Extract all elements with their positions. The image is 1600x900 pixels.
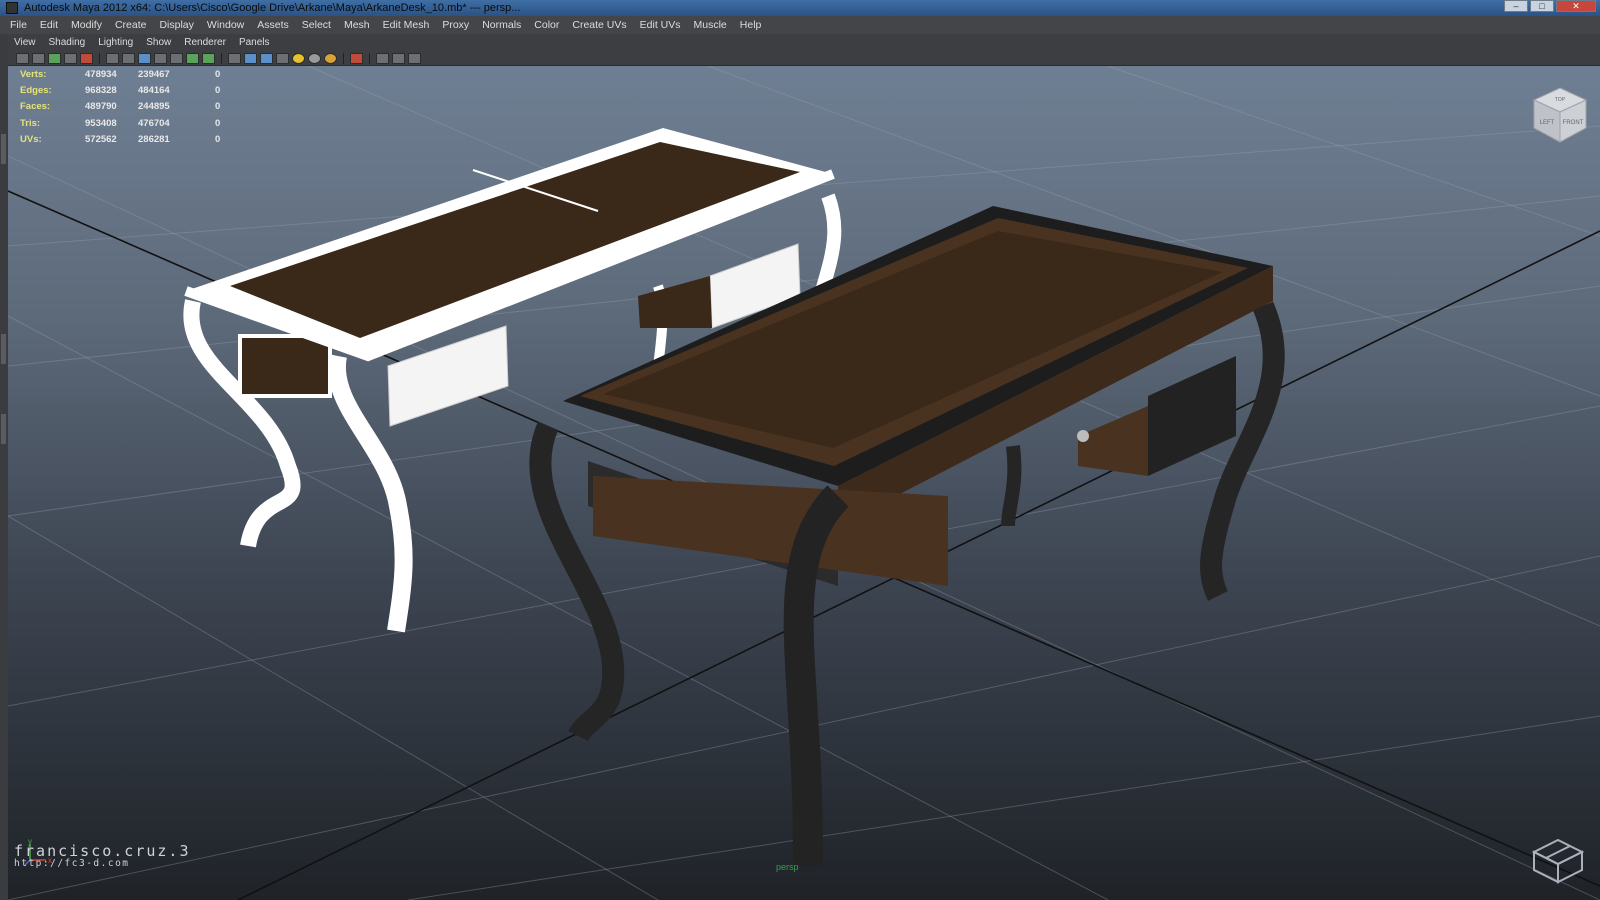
maya-logo-icon [1532,838,1584,884]
gate-mask-icon[interactable] [154,52,167,64]
viewcube-front-label[interactable]: FRONT [1563,120,1584,126]
stats-label: Faces: [20,101,51,113]
toolbar-separator [343,52,344,64]
field-chart-icon[interactable] [170,52,183,64]
stats-value: 0 [215,133,221,145]
stats-value: 286281 [138,133,170,145]
lock-camera-icon[interactable] [32,52,45,64]
panel-menu-lighting[interactable]: Lighting [98,37,133,48]
image-plane-icon[interactable] [64,52,77,64]
menu-help[interactable]: Help [740,19,762,31]
left-dock-strip [0,34,8,900]
menu-window[interactable]: Window [207,19,244,31]
camera-name-label: persp [776,862,799,872]
menu-modify[interactable]: Modify [71,19,102,31]
author-watermark: francisco.cruz.3 http://fc3-d.com [14,842,191,869]
xray-components-icon[interactable] [408,52,421,64]
stats-value: 968328 [85,84,117,96]
stats-row-edges: Edges: 968328 484164 0 [20,82,235,98]
stats-value: 484164 [138,84,170,96]
menu-edit-mesh[interactable]: Edit Mesh [383,19,430,31]
menu-proxy[interactable]: Proxy [442,19,469,31]
bookmark-icon[interactable] [48,52,61,64]
menu-assets[interactable]: Assets [257,19,289,31]
maya-app-icon [6,2,18,14]
dock-tab[interactable] [1,334,6,364]
menu-color[interactable]: Color [534,19,559,31]
minimize-button[interactable]: – [1504,0,1528,12]
panel-menu-bar: View Shading Lighting Show Renderer Pane… [8,34,1600,51]
menu-select[interactable]: Select [302,19,331,31]
menu-mesh[interactable]: Mesh [344,19,370,31]
stats-value: 476704 [138,117,170,129]
film-gate-icon[interactable] [106,52,119,64]
toolbar-separator [221,52,222,64]
safe-action-icon[interactable] [186,52,199,64]
resolution-gate-icon[interactable] [138,52,151,64]
isolate-select-icon[interactable] [350,52,363,64]
dock-tab[interactable] [1,134,6,164]
menu-muscle[interactable]: Muscle [694,19,727,31]
window-title-bar[interactable]: Autodesk Maya 2012 x64: C:\Users\Cisco\G… [0,0,1600,16]
panel-menu-panels[interactable]: Panels [239,37,270,48]
stats-value: 239467 [138,68,170,80]
menu-edit-uvs[interactable]: Edit UVs [640,19,681,31]
window-title: Autodesk Maya 2012 x64: C:\Users\Cisco\G… [24,2,521,14]
stats-row-tris: Tris: 953408 476704 0 [20,115,235,131]
menu-normals[interactable]: Normals [482,19,521,31]
stats-row-verts: Verts: 478934 239467 0 [20,66,235,82]
stats-value: 953408 [85,117,117,129]
stats-label: UVs: [20,133,42,145]
2d-pan-icon[interactable] [80,52,93,64]
panel-menu-renderer[interactable]: Renderer [184,37,226,48]
ambient-occlusion-icon[interactable] [324,52,337,64]
panel-menu-view[interactable]: View [14,37,36,48]
toolbar-separator [369,52,370,64]
shadows-icon[interactable] [308,52,321,64]
panel-menu-shading[interactable]: Shading [49,37,86,48]
perspective-viewport[interactable]: Verts: 478934 239467 0 Edges: 968328 484… [8,66,1600,900]
stats-label: Tris: [20,117,41,129]
safe-title-icon[interactable] [202,52,215,64]
dock-tab[interactable] [1,414,6,444]
stats-value: 0 [215,117,221,129]
menu-file[interactable]: File [10,19,27,31]
toolbar-separator [99,52,100,64]
panel-menu-show[interactable]: Show [146,37,171,48]
stats-row-faces: Faces: 489790 244895 0 [20,99,235,115]
wireframe-icon[interactable] [228,52,241,64]
menu-display[interactable]: Display [159,19,193,31]
stats-value: 244895 [138,101,170,113]
smooth-shade-icon[interactable] [244,52,257,64]
viewcube-left-label[interactable]: LEFT [1540,120,1555,126]
menu-create[interactable]: Create [115,19,147,31]
stats-value: 0 [215,101,221,113]
xray-joints-icon[interactable] [392,52,405,64]
scene-canvas [8,66,1600,900]
panel-toolbar [8,51,1600,66]
grid-icon[interactable] [122,52,135,64]
stats-value: 0 [215,84,221,96]
poly-count-hud: Verts: 478934 239467 0 Edges: 968328 484… [20,66,235,147]
close-button[interactable]: ✕ [1556,0,1596,12]
stats-value: 478934 [85,68,117,80]
stats-label: Edges: [20,84,52,96]
select-camera-icon[interactable] [16,52,29,64]
stats-value: 489790 [85,101,117,113]
window-controls: – □ ✕ [1504,0,1596,12]
viewcube-top-label[interactable]: TOP [1555,97,1566,103]
stats-value: 0 [215,68,221,80]
stats-value: 572562 [85,133,117,145]
stats-row-uvs: UVs: 572562 286281 0 [20,131,235,147]
xray-icon[interactable] [376,52,389,64]
menu-edit[interactable]: Edit [40,19,58,31]
wireframe-on-shaded-icon[interactable] [260,52,273,64]
stats-label: Verts: [20,68,47,80]
maximize-button[interactable]: □ [1530,0,1554,12]
view-cube[interactable]: TOP LEFT FRONT [1530,84,1590,146]
menu-create-uvs[interactable]: Create UVs [572,19,626,31]
main-menu-bar: File Edit Modify Create Display Window A… [0,16,1600,34]
textured-icon[interactable] [276,52,289,64]
use-default-light-icon[interactable] [292,52,305,64]
